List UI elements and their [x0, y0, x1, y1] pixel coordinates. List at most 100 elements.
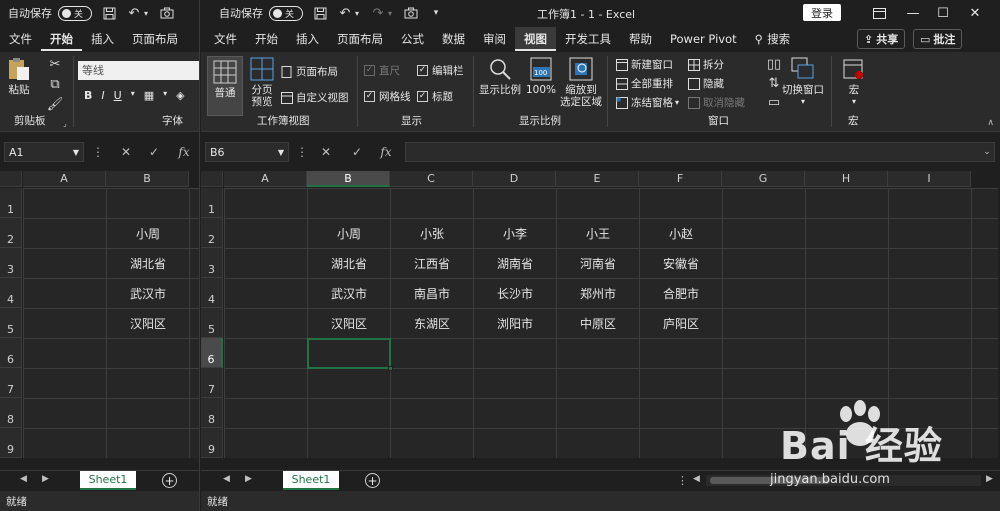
cancel-icon[interactable]: ✕ [318, 144, 334, 160]
function-icon[interactable]: fx [176, 144, 192, 160]
cell[interactable]: 中原区 [557, 309, 639, 338]
border-icon[interactable]: ▦ [144, 89, 154, 102]
cell[interactable]: 东湖区 [391, 309, 473, 338]
autosave-toggle[interactable]: 关 [269, 5, 303, 21]
cell[interactable]: 湖北省 [308, 249, 390, 278]
italic-button[interactable]: I [101, 89, 104, 102]
tab-page-layout[interactable]: 页面布局 [328, 27, 392, 51]
save-icon[interactable] [312, 5, 328, 21]
ruler-checkbox[interactable]: ✓ 直尺 [364, 62, 400, 79]
autosave-control[interactable]: 自动保存 关 [8, 5, 92, 21]
row-header-8[interactable]: 8 [201, 398, 223, 428]
zoom-to-selection-button[interactable]: 缩放到 选定区域 [559, 56, 603, 108]
expand-formula-bar-icon[interactable]: ⌄ [979, 144, 995, 160]
enter-icon[interactable]: ✓ [146, 144, 162, 160]
cell[interactable]: 小赵 [640, 219, 722, 248]
function-icon[interactable]: fx [378, 144, 394, 160]
cancel-icon[interactable]: ✕ [118, 144, 134, 160]
customize-toolbar-icon[interactable]: ▾ [428, 5, 444, 21]
format-painter-icon[interactable]: 🖌 [47, 96, 64, 112]
unhide-button[interactable]: 取消隐藏 [687, 94, 745, 111]
row-header-1[interactable]: 1 [0, 188, 22, 218]
cell[interactable]: 小王 [557, 219, 639, 248]
tab-power-pivot[interactable]: Power Pivot [661, 27, 746, 51]
row-header-6[interactable]: 6 [201, 338, 223, 368]
cell[interactable]: 江西省 [391, 249, 473, 278]
camera-icon[interactable] [403, 5, 419, 21]
cell[interactable]: 武汉市 [107, 279, 189, 308]
cell[interactable]: 河南省 [557, 249, 639, 278]
dialog-launcher-icon[interactable]: ⌟ [63, 119, 67, 128]
page-break-preview-button[interactable]: 分页 预览 [247, 56, 277, 108]
underline-button[interactable]: U [114, 89, 122, 102]
cell[interactable]: 小张 [391, 219, 473, 248]
tab-review[interactable]: 审阅 [474, 27, 515, 51]
cell[interactable]: 南昌市 [391, 279, 473, 308]
column-header-c[interactable]: C [390, 171, 473, 187]
split-button[interactable]: 拆分 [687, 56, 724, 73]
tab-search[interactable]: ⚲ 搜索 [746, 27, 799, 51]
name-box[interactable]: A1 ▼ [4, 142, 84, 162]
tab-file[interactable]: 文件 [205, 27, 246, 51]
cell[interactable]: 汉阳区 [308, 309, 390, 338]
autosave-toggle[interactable]: 关 [58, 5, 92, 21]
cell[interactable]: 小周 [107, 219, 189, 248]
row-header-9[interactable]: 9 [0, 428, 22, 458]
formula-bar-checkbox[interactable]: ✓ 编辑栏 [417, 62, 464, 79]
maximize-icon[interactable]: ☐ [933, 4, 953, 22]
cell[interactable]: 庐阳区 [640, 309, 722, 338]
comments-button[interactable]: ▭ 批注 [913, 29, 963, 49]
autosave-control[interactable]: 自动保存 关 [219, 5, 303, 21]
cell-area[interactable]: 小周 小张 小李 小王 小赵 湖北省 江西省 湖南省 河南省 安徽省 武汉市 南昌市 长沙市 郑州市 合肥市… [224, 188, 998, 458]
view-side-by-side-icon[interactable]: ▯▯ [766, 56, 782, 72]
name-box[interactable]: B6 ▼ [205, 142, 289, 162]
close-icon[interactable]: ✕ [965, 4, 985, 22]
zoom-100-button[interactable]: 100 100% [526, 56, 556, 96]
tab-view[interactable]: 视图 [515, 27, 556, 51]
cell[interactable]: 郑州市 [557, 279, 639, 308]
tab-data[interactable]: 数据 [433, 27, 474, 51]
cell[interactable]: 武汉市 [308, 279, 390, 308]
freeze-panes-button[interactable]: 冻结窗格 ▾ [615, 94, 679, 111]
cell[interactable]: 湖南省 [474, 249, 556, 278]
arrange-all-button[interactable]: 全部重排 [615, 75, 673, 92]
cell[interactable]: 汉阳区 [107, 309, 189, 338]
row-header-1[interactable]: 1 [201, 188, 223, 218]
sign-in-button[interactable]: 登录 [803, 4, 841, 21]
row-header-3[interactable]: 3 [201, 248, 223, 278]
row-header-7[interactable]: 7 [201, 368, 223, 398]
chevron-down-icon[interactable]: ▾ [386, 5, 394, 21]
copy-icon[interactable]: ⧉ [47, 76, 63, 92]
paste-button[interactable]: 粘贴 [6, 56, 32, 96]
share-button[interactable]: ⇪ 共享 [857, 29, 906, 49]
custom-views-button[interactable]: 自定义视图 [280, 89, 349, 106]
bold-button[interactable]: B [84, 89, 92, 102]
column-header-b[interactable]: B [307, 171, 390, 187]
minimize-icon[interactable]: — [903, 4, 923, 22]
tab-formulas[interactable]: 公式 [392, 27, 433, 51]
row-header-9[interactable]: 9 [201, 428, 223, 458]
macros-button[interactable]: 宏 ▾ [839, 56, 869, 108]
hide-button[interactable]: 隐藏 [687, 75, 724, 92]
column-header-f[interactable]: F [639, 171, 722, 187]
active-cell-b6[interactable] [307, 338, 393, 371]
column-header-e[interactable]: E [556, 171, 639, 187]
scroll-right-icon[interactable]: ▶ [245, 474, 252, 484]
synchronous-scrolling-icon[interactable]: ⇅ [766, 75, 782, 91]
row-header-2[interactable]: 2 [0, 218, 22, 248]
row-header-4[interactable]: 4 [201, 278, 223, 308]
scroll-left-icon[interactable]: ◀ [693, 474, 700, 484]
chevron-down-icon[interactable]: ▾ [131, 89, 135, 102]
cell[interactable]: 长沙市 [474, 279, 556, 308]
row-header-5[interactable]: 5 [0, 308, 22, 338]
chevron-down-icon[interactable]: ▾ [142, 5, 150, 21]
cell[interactable]: 小周 [308, 219, 390, 248]
page-layout-view-button[interactable]: 页面布局 [280, 63, 338, 80]
column-header-i[interactable]: I [888, 171, 971, 187]
cut-icon[interactable]: ✂ [47, 56, 63, 72]
gridlines-checkbox[interactable]: ✓ 网格线 [364, 88, 411, 105]
normal-view-button[interactable]: 普通 [207, 56, 243, 116]
font-name-input[interactable]: 等线 [78, 61, 199, 80]
scrollbar-thumb[interactable] [710, 477, 830, 484]
undo-icon[interactable]: ↶ [126, 5, 142, 21]
